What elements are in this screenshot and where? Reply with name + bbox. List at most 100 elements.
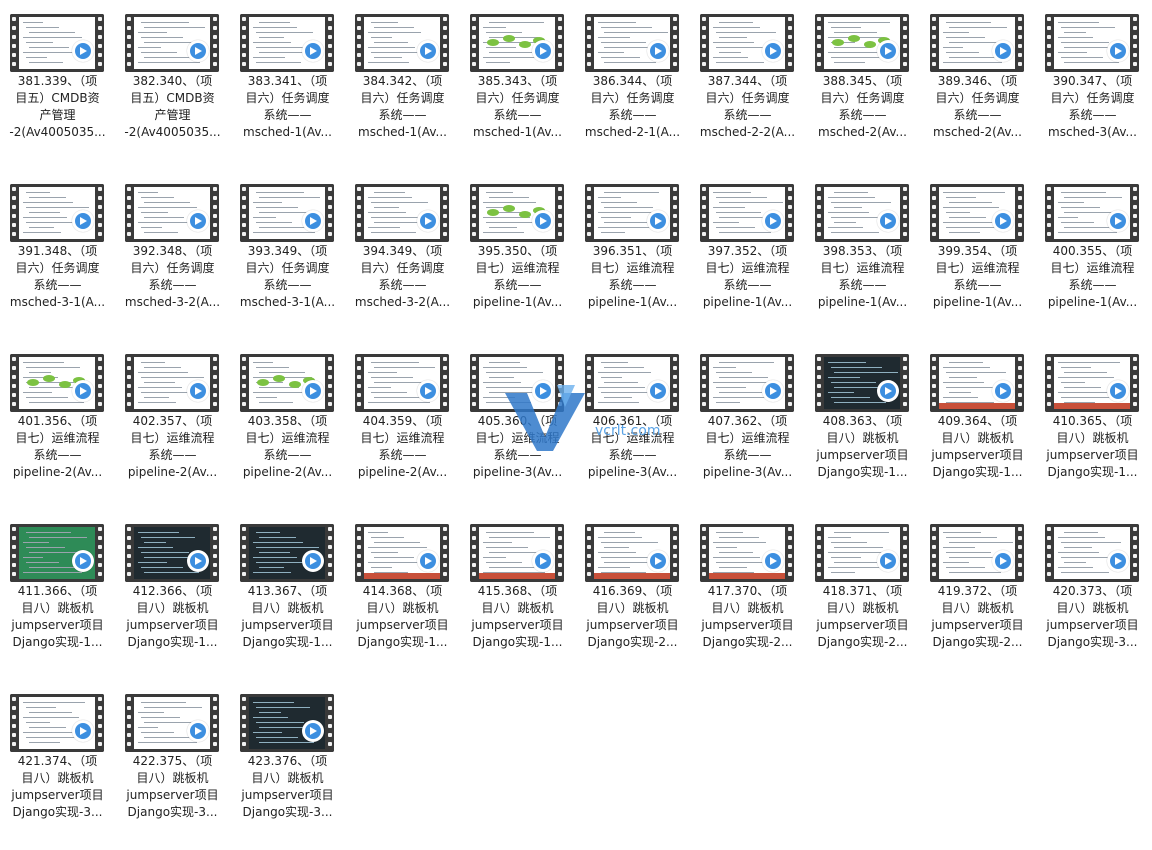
video-file-item[interactable]: 409.364、（项 目八）跳板机 jumpserver项目 Django实现-1..… (920, 340, 1035, 510)
video-file-item[interactable]: 401.356、（项 目七）运维流程 系统—— pipeline-2(Av... (0, 340, 115, 510)
file-name-line: 412.366、（项 (132, 584, 213, 598)
file-name: 420.373、（项 目八）跳板机 jumpserver项目 Django实现-3..… (1035, 583, 1150, 651)
video-file-item[interactable]: 387.344、（项 目六）任务调度 系统—— msched-2-2(A... (690, 0, 805, 170)
video-file-item[interactable]: 393.349、（项 目六）任务调度 系统—— msched-3-1(A... (230, 170, 345, 340)
video-file-item[interactable]: 410.365、（项 目八）跳板机 jumpserver项目 Django实现-1..… (1035, 340, 1150, 510)
video-file-item[interactable]: 385.343、（项 目六）任务调度 系统—— msched-1(Av... (460, 0, 575, 170)
play-badge-icon (762, 210, 784, 232)
video-file-item[interactable]: 395.350、（项 目七）运维流程 系统—— pipeline-1(Av... (460, 170, 575, 340)
video-file-item[interactable]: 394.349、（项 目六）任务调度 系统—— msched-3-2(A... (345, 170, 460, 340)
video-file-item[interactable]: 399.354、（项 目七）运维流程 系统—— pipeline-1(Av... (920, 170, 1035, 340)
play-badge-icon (647, 380, 669, 402)
video-file-item[interactable]: 403.358、（项 目七）运维流程 系统—— pipeline-2(Av... (230, 340, 345, 510)
film-strip-icon (585, 14, 593, 72)
file-name-line: Django实现-3... (127, 805, 218, 819)
video-file-item[interactable]: 396.351、（项 目七）运维流程 系统—— pipeline-1(Av... (575, 170, 690, 340)
film-strip-icon (326, 524, 334, 582)
file-name: 392.348、（项 目六）任务调度 系统—— msched-3-2(A... (115, 243, 230, 311)
video-file-item[interactable]: 402.357、（项 目七）运维流程 系统—— pipeline-2(Av... (115, 340, 230, 510)
file-name-line: pipeline-2(Av... (12, 465, 103, 479)
file-name-line: 目七）运维流程 (590, 431, 675, 445)
film-strip-icon (1131, 524, 1139, 582)
video-file-item[interactable]: 411.366、（项 目八）跳板机 jumpserver项目 Django实现-1..… (0, 510, 115, 680)
video-file-item[interactable]: 407.362、（项 目七）运维流程 系统—— pipeline-3(Av... (690, 340, 805, 510)
film-strip-icon (1045, 14, 1053, 72)
video-file-item[interactable]: 412.366、（项 目八）跳板机 jumpserver项目 Django实现-1..… (115, 510, 230, 680)
video-file-item[interactable]: 423.376、（项 目八）跳板机 jumpserver项目 Django实现-3..… (230, 680, 345, 850)
video-file-item[interactable]: 391.348、（项 目六）任务调度 系统—— msched-3-1(A... (0, 170, 115, 340)
file-name-line: 目六）任务调度 (245, 261, 330, 275)
film-strip-icon (470, 354, 478, 412)
film-strip-icon (96, 184, 104, 242)
file-name-line: Django实现-1... (1047, 465, 1138, 479)
file-name: 408.363、（项 目八）跳板机 jumpserver项目 Django实现-1..… (805, 413, 920, 481)
play-badge-icon (187, 550, 209, 572)
file-name: 383.341、（项 目六）任务调度 系统—— msched-1(Av... (230, 73, 345, 141)
film-strip-icon (700, 184, 708, 242)
video-file-item[interactable]: 420.373、（项 目八）跳板机 jumpserver项目 Django实现-3..… (1035, 510, 1150, 680)
video-file-item[interactable]: 388.345、（项 目六）任务调度 系统—— msched-2(Av... (805, 0, 920, 170)
file-name-line: 393.349、（项 (247, 244, 328, 258)
video-file-item[interactable]: 398.353、（项 目七）运维流程 系统—— pipeline-1(Av... (805, 170, 920, 340)
video-file-item[interactable]: 422.375、（项 目八）跳板机 jumpserver项目 Django实现-3..… (115, 680, 230, 850)
video-file-item[interactable]: 389.346、（项 目六）任务调度 系统—— msched-2(Av... (920, 0, 1035, 170)
video-file-item[interactable]: 381.339、（项 目五）CMDB资 产管理 -2(Av4005035... (0, 0, 115, 170)
play-badge-icon (1107, 210, 1129, 232)
video-file-item[interactable]: 382.340、（项 目五）CMDB资 产管理 -2(Av4005035... (115, 0, 230, 170)
video-file-item[interactable]: 417.370、（项 目八）跳板机 jumpserver项目 Django实现-2..… (690, 510, 805, 680)
file-name: 409.364、（项 目八）跳板机 jumpserver项目 Django实现-1..… (920, 413, 1035, 481)
file-name-line: 目五）CMDB资 (130, 91, 215, 105)
video-file-item[interactable]: 400.355、（项 目七）运维流程 系统—— pipeline-1(Av... (1035, 170, 1150, 340)
file-name: 400.355、（项 目七）运维流程 系统—— pipeline-1(Av... (1035, 243, 1150, 311)
file-name-line: jumpserver项目 (931, 618, 1024, 632)
file-name: 415.368、（项 目八）跳板机 jumpserver项目 Django实现-1..… (460, 583, 575, 651)
video-file-item[interactable]: 386.344、（项 目六）任务调度 系统—— msched-2-1(A... (575, 0, 690, 170)
file-name-line: 目六）任务调度 (360, 91, 445, 105)
file-name: 385.343、（项 目六）任务调度 系统—— msched-1(Av... (460, 73, 575, 141)
video-file-item[interactable]: 421.374、（项 目八）跳板机 jumpserver项目 Django实现-3..… (0, 680, 115, 850)
video-file-item[interactable]: 384.342、（项 目六）任务调度 系统—— msched-1(Av... (345, 0, 460, 170)
play-badge-icon (762, 380, 784, 402)
file-name-line: 422.375、（项 (132, 754, 213, 768)
video-file-item[interactable]: 418.371、（项 目八）跳板机 jumpserver项目 Django实现-2..… (805, 510, 920, 680)
play-badge-icon (877, 40, 899, 62)
file-name: 418.371、（项 目八）跳板机 jumpserver项目 Django实现-2..… (805, 583, 920, 651)
play-badge-icon (417, 210, 439, 232)
video-file-item[interactable]: 415.368、（项 目八）跳板机 jumpserver项目 Django实现-1..… (460, 510, 575, 680)
video-file-item[interactable]: 405.360、（项 目七）运维流程 系统—— pipeline-3(Av... (460, 340, 575, 510)
film-strip-icon (786, 14, 794, 72)
file-name-line: msched-2(Av... (818, 125, 907, 139)
play-badge-icon (187, 40, 209, 62)
play-badge-icon (647, 40, 669, 62)
video-file-item[interactable]: 383.341、（项 目六）任务调度 系统—— msched-1(Av... (230, 0, 345, 170)
video-file-item[interactable]: 419.372、（项 目八）跳板机 jumpserver项目 Django实现-2..… (920, 510, 1035, 680)
file-name-line: msched-2-2(A... (699, 125, 796, 139)
file-name: 397.352、（项 目七）运维流程 系统—— pipeline-1(Av... (690, 243, 805, 311)
film-strip-icon (355, 184, 363, 242)
film-strip-icon (10, 524, 18, 582)
play-badge-icon (1107, 40, 1129, 62)
file-name-line: Django实现-2... (932, 635, 1023, 649)
video-file-item[interactable]: 416.369、（项 目八）跳板机 jumpserver项目 Django实现-2..… (575, 510, 690, 680)
file-name-line: pipeline-1(Av... (1047, 295, 1138, 309)
video-file-item[interactable]: 406.361、（项 目七）运维流程 系统—— pipeline-3(Av... (575, 340, 690, 510)
video-file-item[interactable]: 408.363、（项 目八）跳板机 jumpserver项目 Django实现-1..… (805, 340, 920, 510)
play-badge-icon (762, 550, 784, 572)
film-strip-icon (901, 14, 909, 72)
video-file-item[interactable]: 390.347、（项 目六）任务调度 系统—— msched-3(Av... (1035, 0, 1150, 170)
video-file-item[interactable]: 397.352、（项 目七）运维流程 系统—— pipeline-1(Av... (690, 170, 805, 340)
play-badge-icon (187, 380, 209, 402)
file-name-line: pipeline-1(Av... (932, 295, 1023, 309)
video-file-item[interactable]: 414.368、（项 目八）跳板机 jumpserver项目 Django实现-1..… (345, 510, 460, 680)
file-name-line: 392.348、（项 (132, 244, 213, 258)
video-file-item[interactable]: 392.348、（项 目六）任务调度 系统—— msched-3-2(A... (115, 170, 230, 340)
video-file-item[interactable]: 404.359、（项 目七）运维流程 系统—— pipeline-2(Av... (345, 340, 460, 510)
video-file-item[interactable]: 413.367、（项 目八）跳板机 jumpserver项目 Django实现-1..… (230, 510, 345, 680)
file-name-line: 388.345、（项 (822, 74, 903, 88)
file-name: 395.350、（项 目七）运维流程 系统—— pipeline-1(Av... (460, 243, 575, 311)
file-name-line: 401.356、（项 (17, 414, 98, 428)
film-strip-icon (125, 354, 133, 412)
file-name-line: 目八）跳板机 (941, 601, 1014, 615)
file-name-line: 系统—— (608, 108, 657, 122)
file-name-line: msched-3-1(A... (9, 295, 106, 309)
